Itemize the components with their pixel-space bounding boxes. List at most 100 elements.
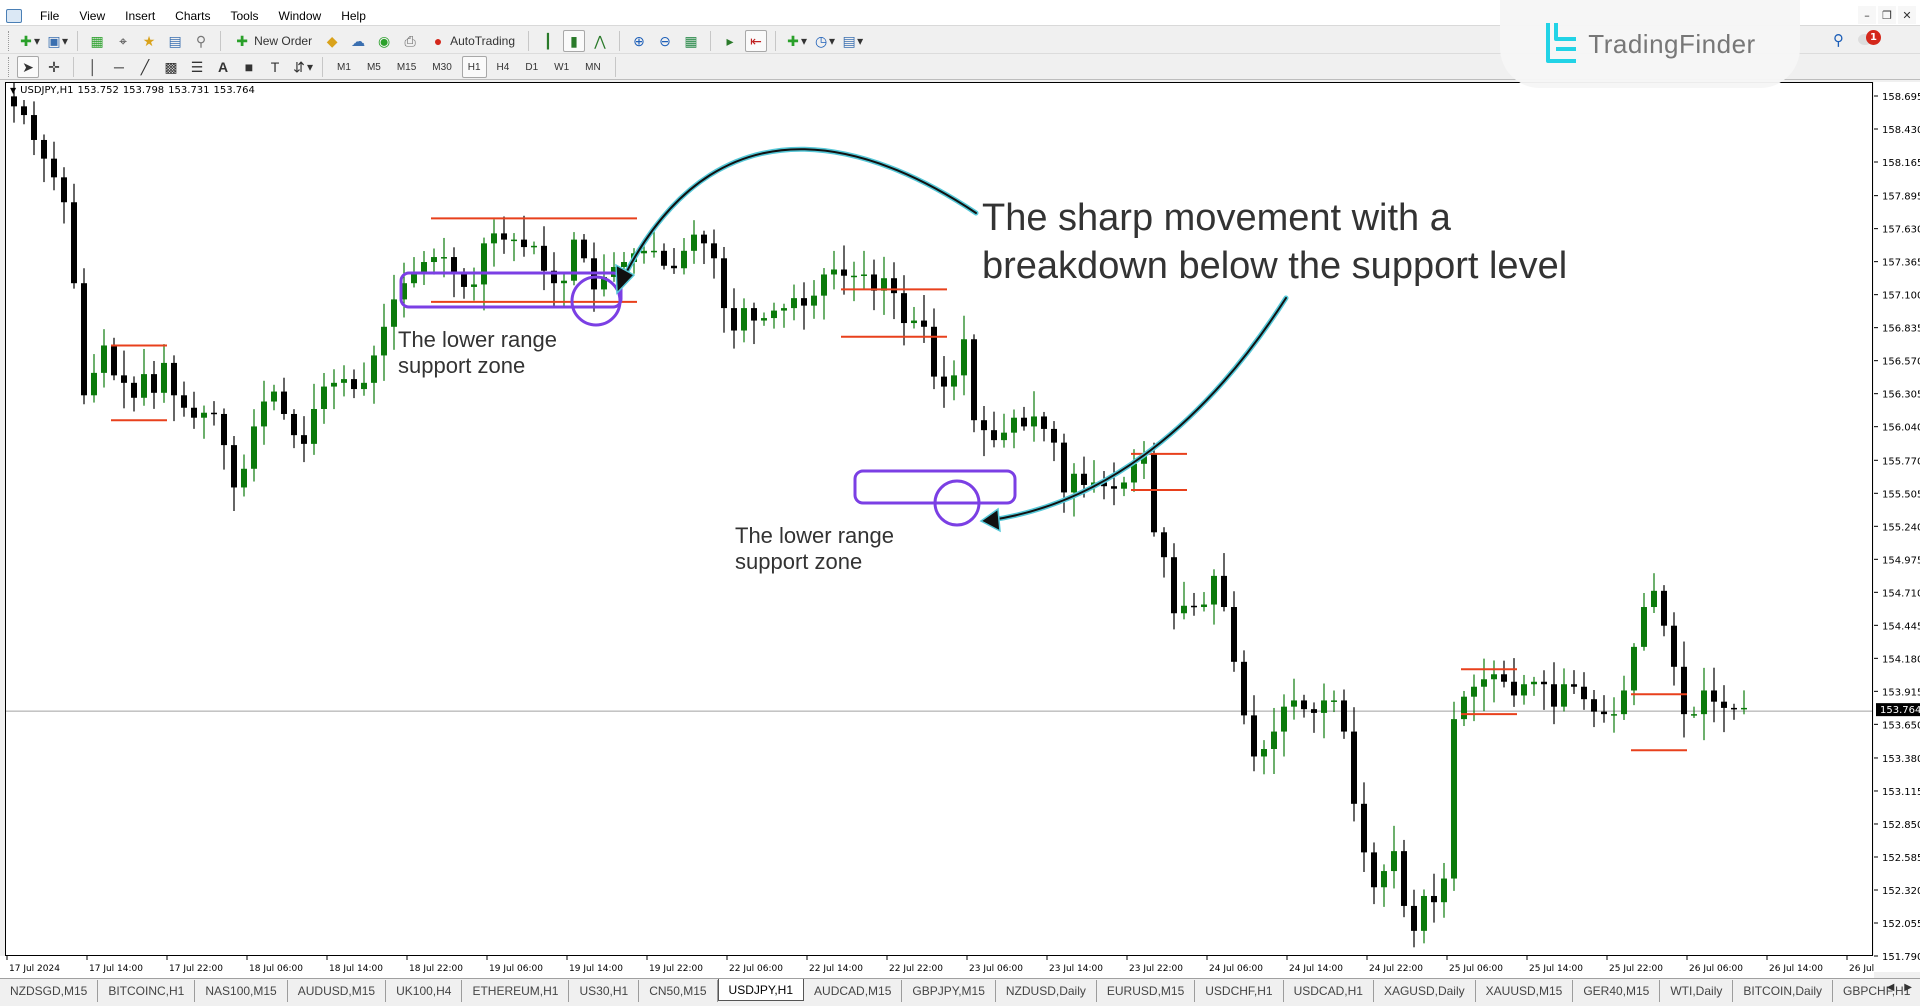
timeframe-m5[interactable]: M5 bbox=[361, 56, 387, 78]
candle bbox=[1671, 612, 1677, 686]
chart-tab[interactable]: NAS100,M15 bbox=[195, 980, 288, 1002]
profiles-button[interactable]: ▣ ▾ bbox=[45, 30, 69, 52]
candle-body bbox=[581, 239, 587, 259]
auto-scroll-button[interactable]: ▸ bbox=[719, 30, 741, 52]
equidistant-channel-tool[interactable]: ▩ bbox=[160, 56, 182, 78]
chart-tab[interactable]: BITCOINC,H1 bbox=[98, 980, 196, 1002]
terminal-icon: ▤ bbox=[168, 32, 182, 49]
timeframe-m30[interactable]: M30 bbox=[426, 56, 457, 78]
price-tick-label: 151.790 bbox=[1882, 952, 1920, 963]
timeframe-m1[interactable]: M1 bbox=[331, 56, 357, 78]
chart-tab[interactable]: USDCAD,H1 bbox=[1284, 980, 1374, 1002]
price-scale[interactable]: 158.695 158.430 158.165 157.895 157.630 157.3… bbox=[1874, 82, 1920, 972]
candle bbox=[1531, 676, 1537, 696]
chart-tab[interactable]: USDCHF,H1 bbox=[1195, 980, 1284, 1002]
terminal-button[interactable]: ▤ bbox=[164, 30, 186, 52]
cursor-tool[interactable]: ➤ bbox=[17, 56, 39, 78]
print-button[interactable]: ⎙ bbox=[399, 30, 421, 52]
tab-scroll-right-icon[interactable]: ▶ bbox=[1904, 982, 1912, 993]
new-order-button[interactable]: ✚ New Order bbox=[229, 30, 317, 52]
candle-body bbox=[561, 280, 567, 284]
chart-tab[interactable]: EURUSD,M15 bbox=[1097, 980, 1196, 1002]
line-chart-button[interactable]: ⋀ bbox=[589, 30, 611, 52]
restore-button[interactable]: ❐ bbox=[1878, 6, 1896, 24]
chart-tab[interactable]: BITCOIN,Daily bbox=[1733, 980, 1834, 1002]
strategy-tester-button[interactable]: ⚲ bbox=[190, 30, 212, 52]
crosshair-tool[interactable]: ✛ bbox=[43, 56, 65, 78]
market-watch-button[interactable]: ▦ bbox=[86, 30, 108, 52]
chart-tab[interactable]: AUDCAD,M15 bbox=[804, 980, 903, 1002]
chart-tab[interactable]: GER40,M15 bbox=[1573, 980, 1661, 1002]
chart-tab[interactable]: CN50,M15 bbox=[639, 980, 718, 1002]
menu-tools[interactable]: Tools bbox=[221, 9, 269, 23]
chart-tab[interactable]: XAUUSD,M15 bbox=[1476, 980, 1574, 1002]
candle-body bbox=[491, 233, 497, 244]
menu-window[interactable]: Window bbox=[269, 9, 332, 23]
timeframe-h4[interactable]: H4 bbox=[491, 56, 516, 78]
minimize-button[interactable]: – bbox=[1858, 6, 1876, 24]
candle bbox=[831, 250, 837, 290]
menu-view[interactable]: View bbox=[69, 9, 115, 23]
indicators-button[interactable]: ✚ ▾ bbox=[784, 30, 808, 52]
candle bbox=[1141, 441, 1147, 479]
horizontal-line-tool[interactable]: ─ bbox=[108, 56, 130, 78]
templates-button[interactable]: ▤ ▾ bbox=[840, 30, 864, 52]
timeframe-h1[interactable]: H1 bbox=[461, 56, 487, 78]
menu-help[interactable]: Help bbox=[331, 9, 376, 23]
menu-insert[interactable]: Insert bbox=[115, 9, 165, 23]
time-scale[interactable]: 17 Jul 2024 17 Jul 14:00 17 Jul 22:00 18 Ju… bbox=[0, 956, 1903, 978]
tab-scroll-left-icon[interactable]: ◀ bbox=[1887, 982, 1895, 993]
candle-body bbox=[741, 308, 747, 331]
chart-tab[interactable]: NZDSGD,M15 bbox=[0, 980, 99, 1002]
close-button[interactable]: ✕ bbox=[1898, 6, 1916, 24]
text-label-tool[interactable]: T bbox=[264, 56, 286, 78]
arrows-tool[interactable]: ⇵ ▾ bbox=[290, 56, 314, 78]
timeframe-m15[interactable]: M15 bbox=[391, 56, 422, 78]
fibonacci-tool[interactable]: ☰ bbox=[186, 56, 208, 78]
bar-chart-button[interactable]: ┃ bbox=[537, 30, 559, 52]
candle bbox=[981, 405, 987, 457]
menu-file[interactable]: File bbox=[30, 9, 69, 23]
toolbar-grip[interactable] bbox=[8, 57, 11, 77]
periods-button[interactable]: ◷ ▾ bbox=[812, 30, 836, 52]
chart-tab[interactable]: WTI,Daily bbox=[1660, 980, 1734, 1002]
data-window-button[interactable]: ⌖ bbox=[112, 30, 134, 52]
menu-charts[interactable]: Charts bbox=[165, 9, 220, 23]
collapse-triangle-icon[interactable]: ▼ bbox=[10, 86, 16, 95]
timeframe-w1[interactable]: W1 bbox=[548, 56, 575, 78]
tile-windows-button[interactable]: ▦ bbox=[680, 30, 702, 52]
zoom-out-button[interactable]: ⊖ bbox=[654, 30, 676, 52]
text-tool[interactable]: A bbox=[212, 56, 234, 78]
candle bbox=[171, 355, 177, 422]
chart-tab[interactable]: USDJPY,H1 bbox=[717, 979, 805, 1001]
time-tick-label: 19 Jul 14:00 bbox=[569, 964, 623, 974]
chart-tab[interactable]: NZDUSD,Daily bbox=[996, 980, 1097, 1002]
chart-tab[interactable]: XAGUSD,Daily bbox=[1374, 980, 1476, 1002]
candlestick-chart-button[interactable]: ▮ bbox=[563, 29, 586, 52]
separator bbox=[322, 57, 324, 77]
toolbar-grip[interactable] bbox=[8, 30, 11, 51]
rectangle-label-tool[interactable]: ■ bbox=[238, 56, 260, 78]
chart-tab[interactable]: UK100,H4 bbox=[386, 980, 463, 1002]
chart-tab[interactable]: ETHEREUM,H1 bbox=[462, 980, 570, 1002]
timeframe-mn[interactable]: MN bbox=[579, 56, 607, 78]
autotrading-button[interactable]: ● AutoTrading bbox=[425, 30, 520, 52]
navigator-button[interactable]: ★ bbox=[138, 30, 160, 52]
new-chart-button[interactable]: ✚ ▾ bbox=[17, 30, 41, 52]
metaeditor-button[interactable]: ◆ bbox=[321, 30, 343, 52]
notifications-button[interactable]: 1 bbox=[1858, 30, 1881, 50]
chart-window[interactable]: ▼ USDJPY,H1 153.752 153.798 153.731 153.… bbox=[5, 82, 1873, 956]
timeframe-d1[interactable]: D1 bbox=[519, 56, 544, 78]
price-chart[interactable] bbox=[6, 83, 1873, 956]
vertical-line-tool[interactable]: │ bbox=[82, 56, 104, 78]
chart-tab[interactable]: US30,H1 bbox=[569, 980, 640, 1002]
chart-shift-button[interactable]: ⇤ bbox=[745, 29, 768, 52]
search-icon[interactable]: ⚲ bbox=[1833, 31, 1844, 49]
trendline-tool[interactable]: ╱ bbox=[134, 56, 156, 78]
chart-tab[interactable]: AUDUSD,M15 bbox=[288, 980, 387, 1002]
community-button[interactable]: ☁ bbox=[347, 30, 369, 52]
signals-button[interactable]: ◉ bbox=[373, 30, 395, 52]
zoom-in-button[interactable]: ⊕ bbox=[628, 30, 650, 52]
candle bbox=[1201, 592, 1207, 612]
chart-tab[interactable]: GBPJPY,M15 bbox=[902, 980, 996, 1002]
